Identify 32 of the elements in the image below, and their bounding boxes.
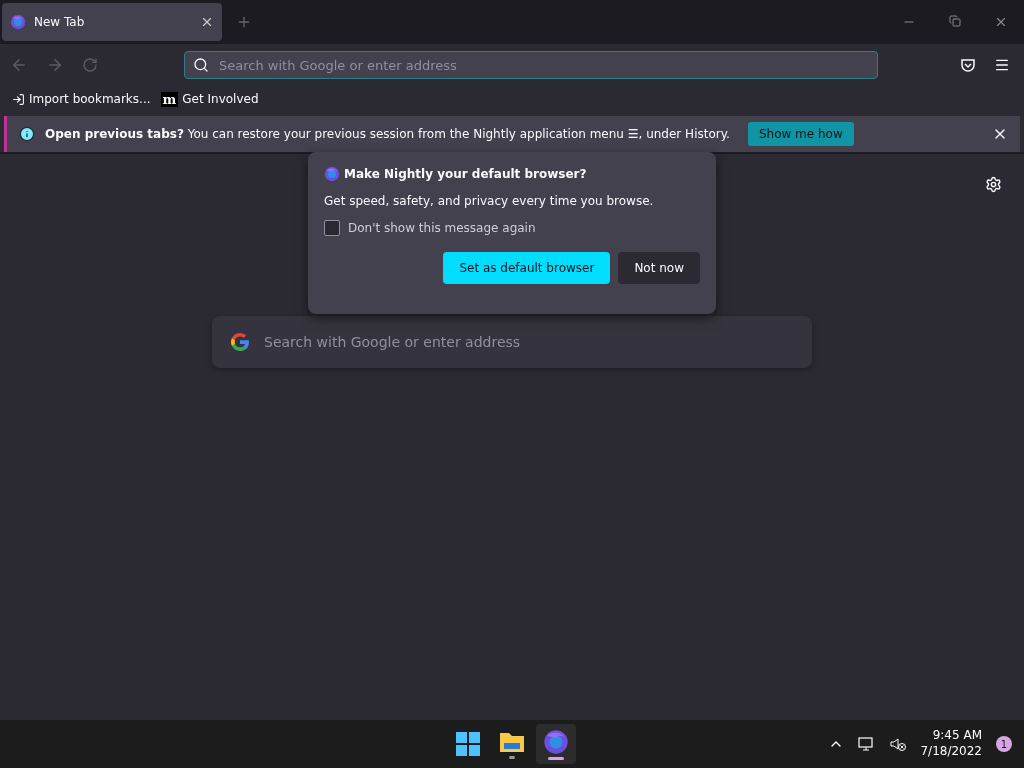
set-default-button[interactable]: Set as default browser	[443, 252, 611, 284]
close-tab-icon[interactable]	[200, 15, 214, 29]
start-icon[interactable]	[455, 731, 481, 757]
info-icon	[19, 126, 35, 142]
menu-icon[interactable]	[994, 57, 1010, 73]
popup-title: Make Nightly your default browser?	[344, 167, 587, 181]
checkbox-label[interactable]: Don't show this message again	[348, 221, 536, 235]
taskbar-app[interactable]	[536, 724, 576, 764]
settings-icon[interactable]	[985, 176, 1002, 193]
close-icon[interactable]	[994, 15, 1008, 29]
muted-speaker-icon[interactable]	[890, 736, 907, 752]
show-me-how-button[interactable]: Show me how	[747, 122, 854, 146]
pocket-icon[interactable]	[960, 57, 976, 73]
browser-logo-icon	[10, 14, 26, 30]
bookmark-item[interactable]: m Get Involved	[160, 91, 259, 107]
clock-time[interactable]: 9:45 AM	[932, 728, 982, 744]
site-icon: m	[160, 91, 179, 107]
checkbox[interactable]	[324, 220, 340, 236]
browser-logo-icon	[543, 728, 569, 755]
popup-body: Get speed, safety, and privacy every time you browse.	[324, 194, 655, 208]
browser-tab[interactable]: New Tab	[2, 3, 222, 41]
notification-message: Open previous tabs? You can restore your previous session from the Nightly application menu ☰, under History.	[45, 127, 730, 141]
search-icon	[193, 57, 209, 73]
bookmark-item[interactable]: Import bookmarks...	[12, 92, 151, 106]
notification-badge[interactable]: 1	[996, 736, 1012, 752]
google-icon	[228, 330, 252, 354]
import-icon	[12, 92, 25, 106]
search-field[interactable]: Search with Google or enter address	[212, 316, 812, 368]
restore-icon[interactable]	[949, 15, 961, 27]
clock-date[interactable]: 7/18/2022	[920, 744, 982, 760]
browser-logo-icon	[324, 166, 340, 182]
not-now-button[interactable]: Not now	[618, 252, 700, 284]
